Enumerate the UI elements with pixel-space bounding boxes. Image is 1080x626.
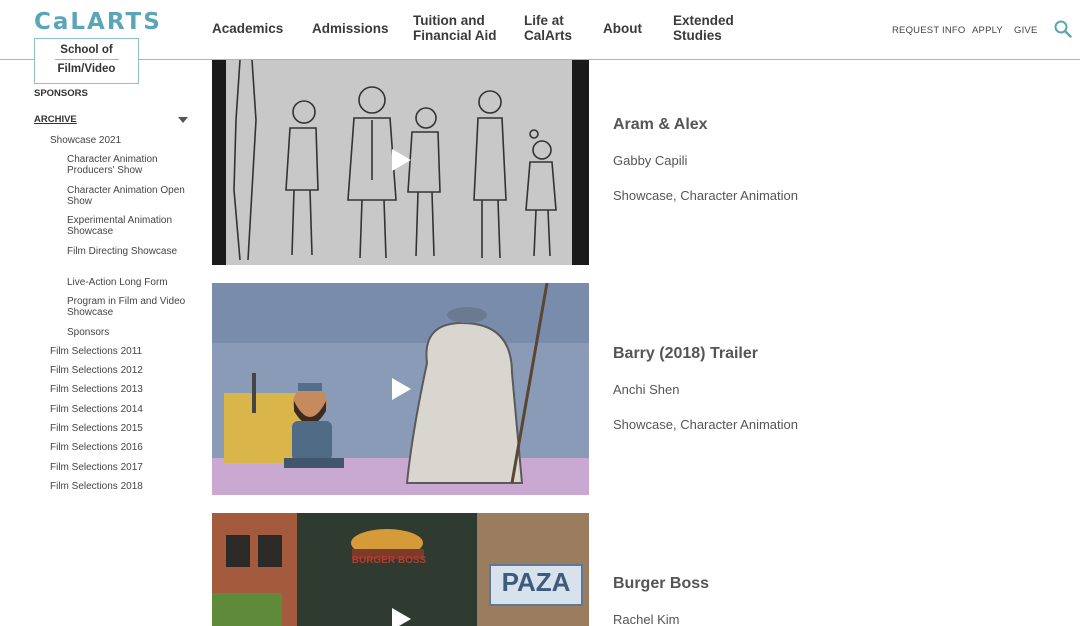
- school-divider: [54, 59, 119, 60]
- school-of-film-video-box[interactable]: School of Film/Video: [34, 38, 139, 84]
- video-title[interactable]: Burger Boss: [613, 575, 709, 593]
- play-icon[interactable]: [392, 608, 411, 626]
- video-author: Gabby Capili: [613, 153, 688, 168]
- sign-text-right: PAZA: [501, 567, 571, 597]
- video-title[interactable]: Barry (2018) Trailer: [613, 345, 758, 363]
- search-icon[interactable]: [1053, 19, 1073, 39]
- sidebar-item-film-selections[interactable]: Film Selections 2011: [50, 346, 142, 357]
- video-category: Showcase, Character Animation: [613, 188, 798, 203]
- request-info-link[interactable]: REQUEST INFO: [892, 25, 965, 36]
- sidebar-item-sponsors[interactable]: SPONSORS: [34, 88, 88, 99]
- sidebar-item-archive[interactable]: ARCHIVE: [34, 114, 77, 125]
- video-category: Showcase, Character Animation: [613, 417, 798, 432]
- nav-life-at-calarts[interactable]: Life at CalArts: [524, 13, 572, 43]
- give-link[interactable]: GIVE: [1014, 25, 1038, 36]
- nav-tuition-financial-aid[interactable]: Tuition and Financial Aid: [413, 13, 497, 43]
- sidebar-item-film-selections[interactable]: Film Selections 2014: [50, 404, 143, 415]
- site-header: CaLARTS Academics Admissions Tuition and…: [0, 0, 1080, 60]
- sidebar-subitem[interactable]: Live-Action Long Form: [67, 277, 192, 288]
- sidebar-subitem[interactable]: Film Directing Showcase: [67, 246, 192, 257]
- video-author: Rachel Kim: [613, 612, 680, 626]
- video-author: Anchi Shen: [613, 382, 680, 397]
- sidebar-item-showcase-2021[interactable]: Showcase 2021: [50, 135, 121, 146]
- play-icon[interactable]: [392, 149, 411, 171]
- sidebar-item-film-selections[interactable]: Film Selections 2016: [50, 442, 143, 453]
- sidebar-subitem[interactable]: Character Animation Open Show: [67, 185, 192, 207]
- sign-text-left: BURGER BOSS: [351, 555, 427, 566]
- sidebar-item-film-selections[interactable]: Film Selections 2017: [50, 462, 143, 473]
- nav-academics[interactable]: Academics: [212, 21, 283, 36]
- sidebar-subitem[interactable]: Experimental Animation Showcase: [67, 215, 192, 237]
- nav-extended-studies[interactable]: Extended Studies: [673, 13, 734, 43]
- calarts-logo[interactable]: CaLARTS: [34, 9, 162, 35]
- sidebar-item-film-selections[interactable]: Film Selections 2015: [50, 423, 143, 434]
- video-title[interactable]: Aram & Alex: [613, 116, 708, 134]
- sidebar-subitem[interactable]: Sponsors: [67, 327, 192, 338]
- sidebar-item-film-selections[interactable]: Film Selections 2013: [50, 384, 143, 395]
- sidebar-subitem[interactable]: Character Animation Producers' Show: [67, 154, 192, 176]
- chevron-down-icon[interactable]: [178, 117, 188, 123]
- nav-admissions[interactable]: Admissions: [312, 21, 389, 36]
- school-line2: Film/Video: [57, 63, 116, 75]
- play-icon[interactable]: [392, 378, 411, 400]
- school-line1: School of: [60, 44, 113, 56]
- nav-about[interactable]: About: [603, 21, 642, 36]
- sidebar-item-film-selections[interactable]: Film Selections 2018: [50, 481, 143, 492]
- sidebar: SPONSORS ARCHIVE Showcase 2021 Character…: [0, 60, 200, 626]
- sidebar-item-film-selections[interactable]: Film Selections 2012: [50, 365, 143, 376]
- apply-link[interactable]: APPLY: [972, 25, 1003, 36]
- sidebar-subitem[interactable]: Program in Film and Video Showcase: [67, 296, 192, 318]
